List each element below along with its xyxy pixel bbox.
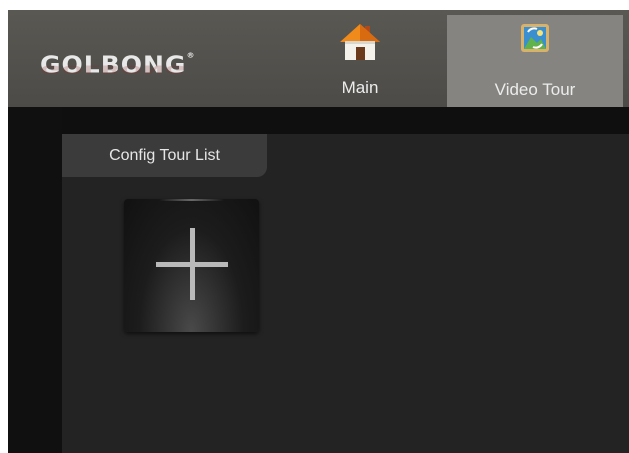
tab-video-tour-label: Video Tour — [494, 80, 576, 99]
tab-config-tour-list[interactable]: Config Tour List — [62, 134, 267, 177]
video-tour-icon — [521, 24, 549, 52]
tab-video-tour[interactable]: Video Tour — [447, 15, 623, 107]
plus-icon — [156, 228, 228, 300]
registered-mark: ® — [186, 51, 196, 60]
tile-highlight — [159, 199, 224, 201]
app-window: GOLBONG® GOLBONG Main Video Tour Config … — [8, 10, 629, 453]
tab-main[interactable]: Main — [305, 15, 415, 107]
left-rail — [8, 107, 62, 453]
tab-config-tour-list-label: Config Tour List — [109, 146, 220, 164]
top-bar: GOLBONG® GOLBONG Main Video Tour — [8, 10, 629, 107]
tab-main-label: Main — [341, 78, 379, 97]
home-icon — [340, 24, 380, 60]
add-tour-button[interactable] — [124, 199, 259, 332]
logo-reflection: GOLBONG — [40, 62, 187, 76]
